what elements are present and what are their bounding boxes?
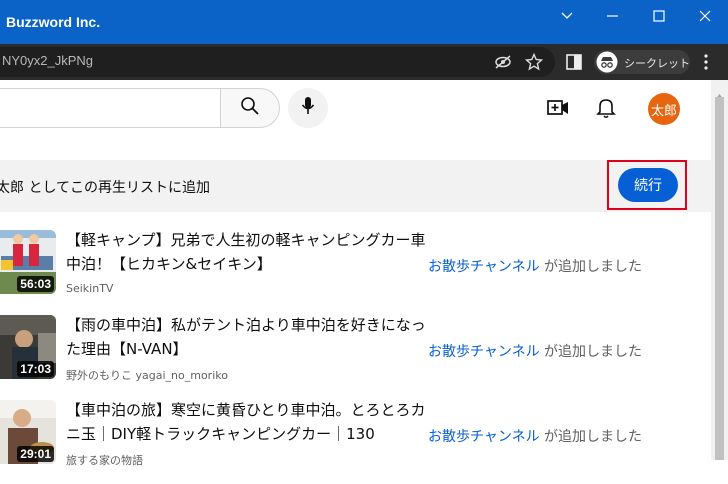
added-by-suffix: が追加しました bbox=[539, 429, 643, 445]
window-title: Buzzword Inc. bbox=[6, 14, 101, 30]
added-by-link[interactable]: お散歩チャンネル bbox=[428, 429, 540, 445]
chevron-down-icon[interactable] bbox=[544, 0, 590, 32]
incognito-label: シークレット bbox=[624, 57, 690, 70]
list-item[interactable]: 17:03 【雨の車中泊】私がテント泊より車中泊を好きになった理由【N-VAN】… bbox=[0, 313, 711, 399]
video-duration: 17:03 bbox=[17, 361, 54, 377]
added-by-suffix: が追加しました bbox=[539, 344, 643, 360]
window-titlebar: Buzzword Inc. bbox=[0, 0, 728, 44]
maximize-button[interactable] bbox=[636, 0, 682, 32]
scrollbar-thumb[interactable] bbox=[715, 97, 724, 460]
list-item[interactable]: 56:03 【軽キャンプ】兄弟で人生初の軽キャンピングカー車中泊！【ヒカキン&セ… bbox=[0, 228, 711, 314]
minimize-button[interactable] bbox=[590, 0, 636, 32]
browser-toolbar: NY0yx2_JkPNg シークレット bbox=[0, 44, 728, 80]
url-text: NY0yx2_JkPNg bbox=[2, 53, 94, 68]
channel-name[interactable]: 野外のもりこ yagai_no_moriko bbox=[66, 367, 228, 383]
added-by-text: お散歩チャンネル が追加しました bbox=[428, 341, 642, 361]
added-by-link[interactable]: お散歩チャンネル bbox=[428, 344, 540, 360]
search-button[interactable] bbox=[220, 88, 280, 128]
address-bar[interactable]: NY0yx2_JkPNg bbox=[0, 47, 555, 77]
banner-text: 太郎 としてこの再生リストに追加 bbox=[0, 180, 211, 196]
added-by-link[interactable]: お散歩チャンネル bbox=[428, 259, 540, 275]
create-video-icon[interactable] bbox=[546, 97, 570, 123]
add-to-playlist-banner: 太郎 としてこの再生リストに追加 bbox=[0, 160, 711, 212]
search-icon bbox=[240, 96, 260, 120]
search-input[interactable] bbox=[0, 88, 221, 128]
page-scrollbar[interactable] bbox=[711, 80, 728, 460]
added-by-suffix: が追加しました bbox=[539, 259, 643, 275]
video-thumbnail[interactable]: 56:03 bbox=[0, 230, 56, 294]
incognito-badge[interactable]: シークレット bbox=[594, 50, 690, 74]
star-icon[interactable] bbox=[524, 52, 544, 75]
voice-search-button[interactable] bbox=[288, 88, 328, 128]
close-button[interactable] bbox=[682, 0, 728, 32]
microphone-icon bbox=[301, 96, 315, 120]
channel-name[interactable]: 旅する家の物語 bbox=[66, 452, 143, 468]
added-by-text: お散歩チャンネル が追加しました bbox=[428, 256, 642, 276]
avatar[interactable]: 太郎 bbox=[648, 93, 680, 125]
list-item[interactable]: 29:01 【車中泊の旅】寒空に黄昏ひとり車中泊。とろとろカニ玉｜DIY軽トラッ… bbox=[0, 398, 711, 484]
eye-slash-icon[interactable] bbox=[494, 54, 512, 74]
bell-icon[interactable] bbox=[596, 97, 616, 123]
continue-button[interactable]: 続行 bbox=[618, 168, 678, 202]
incognito-icon bbox=[596, 51, 618, 76]
added-by-text: お散歩チャンネル が追加しました bbox=[428, 426, 642, 446]
video-title[interactable]: 【軽キャンプ】兄弟で人生初の軽キャンピングカー車中泊！【ヒカキン&セイキン】 bbox=[66, 228, 426, 276]
video-duration: 56:03 bbox=[17, 276, 54, 292]
side-panel-icon[interactable] bbox=[566, 54, 582, 74]
video-title[interactable]: 【雨の車中泊】私がテント泊より車中泊を好きになった理由【N-VAN】 bbox=[66, 313, 426, 361]
more-menu-icon[interactable] bbox=[704, 53, 708, 75]
video-thumbnail[interactable]: 17:03 bbox=[0, 315, 56, 379]
video-thumbnail[interactable]: 29:01 bbox=[0, 400, 56, 464]
channel-name[interactable]: SeikinTV bbox=[66, 282, 113, 295]
page-header bbox=[0, 80, 711, 136]
video-title[interactable]: 【車中泊の旅】寒空に黄昏ひとり車中泊。とろとろカニ玉｜DIY軽トラックキャンピン… bbox=[66, 398, 426, 446]
